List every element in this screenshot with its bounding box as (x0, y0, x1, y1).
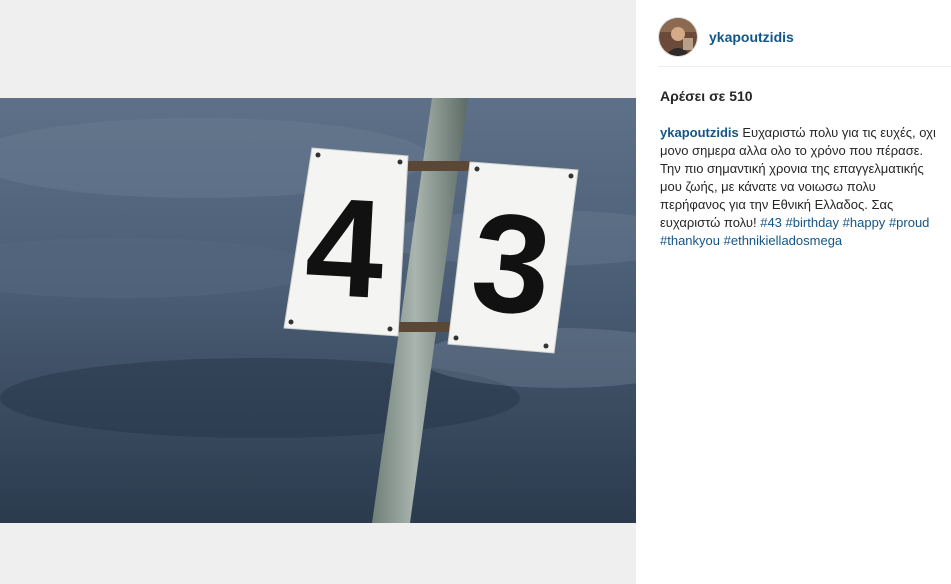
post-header: ykapoutzidis (658, 8, 951, 67)
avatar[interactable] (658, 17, 698, 57)
media-panel: 4 3 (0, 0, 636, 584)
caption-username-link[interactable]: ykapoutzidis (660, 125, 739, 140)
post-details-panel: ykapoutzidis Αρέσει σε 510 ykapoutzidis … (636, 0, 951, 584)
post-photo[interactable]: 4 3 (0, 98, 636, 523)
post-caption: ykapoutzidis Ευχαριστώ πολυ για τις ευχέ… (660, 124, 936, 250)
post-modal: 4 3 ykapoutzidis Αρέσει σε 510 ykapoutzi… (0, 0, 951, 584)
hashtag-link[interactable]: #ethnikielladosmega (724, 233, 843, 248)
hashtag-link[interactable]: #thankyou (660, 233, 720, 248)
hashtag-link[interactable]: #proud (889, 215, 929, 230)
user-avatar-icon (659, 18, 697, 56)
hashtag-link[interactable]: #43 (760, 215, 782, 230)
likes-count[interactable]: Αρέσει σε 510 (660, 88, 753, 104)
sign-digit-right: 3 (466, 182, 557, 345)
username-link[interactable]: ykapoutzidis (709, 29, 794, 45)
hashtag-link[interactable]: #happy (843, 215, 886, 230)
hashtag-link[interactable]: #birthday (786, 215, 839, 230)
sign-digit-left: 4 (302, 167, 388, 328)
